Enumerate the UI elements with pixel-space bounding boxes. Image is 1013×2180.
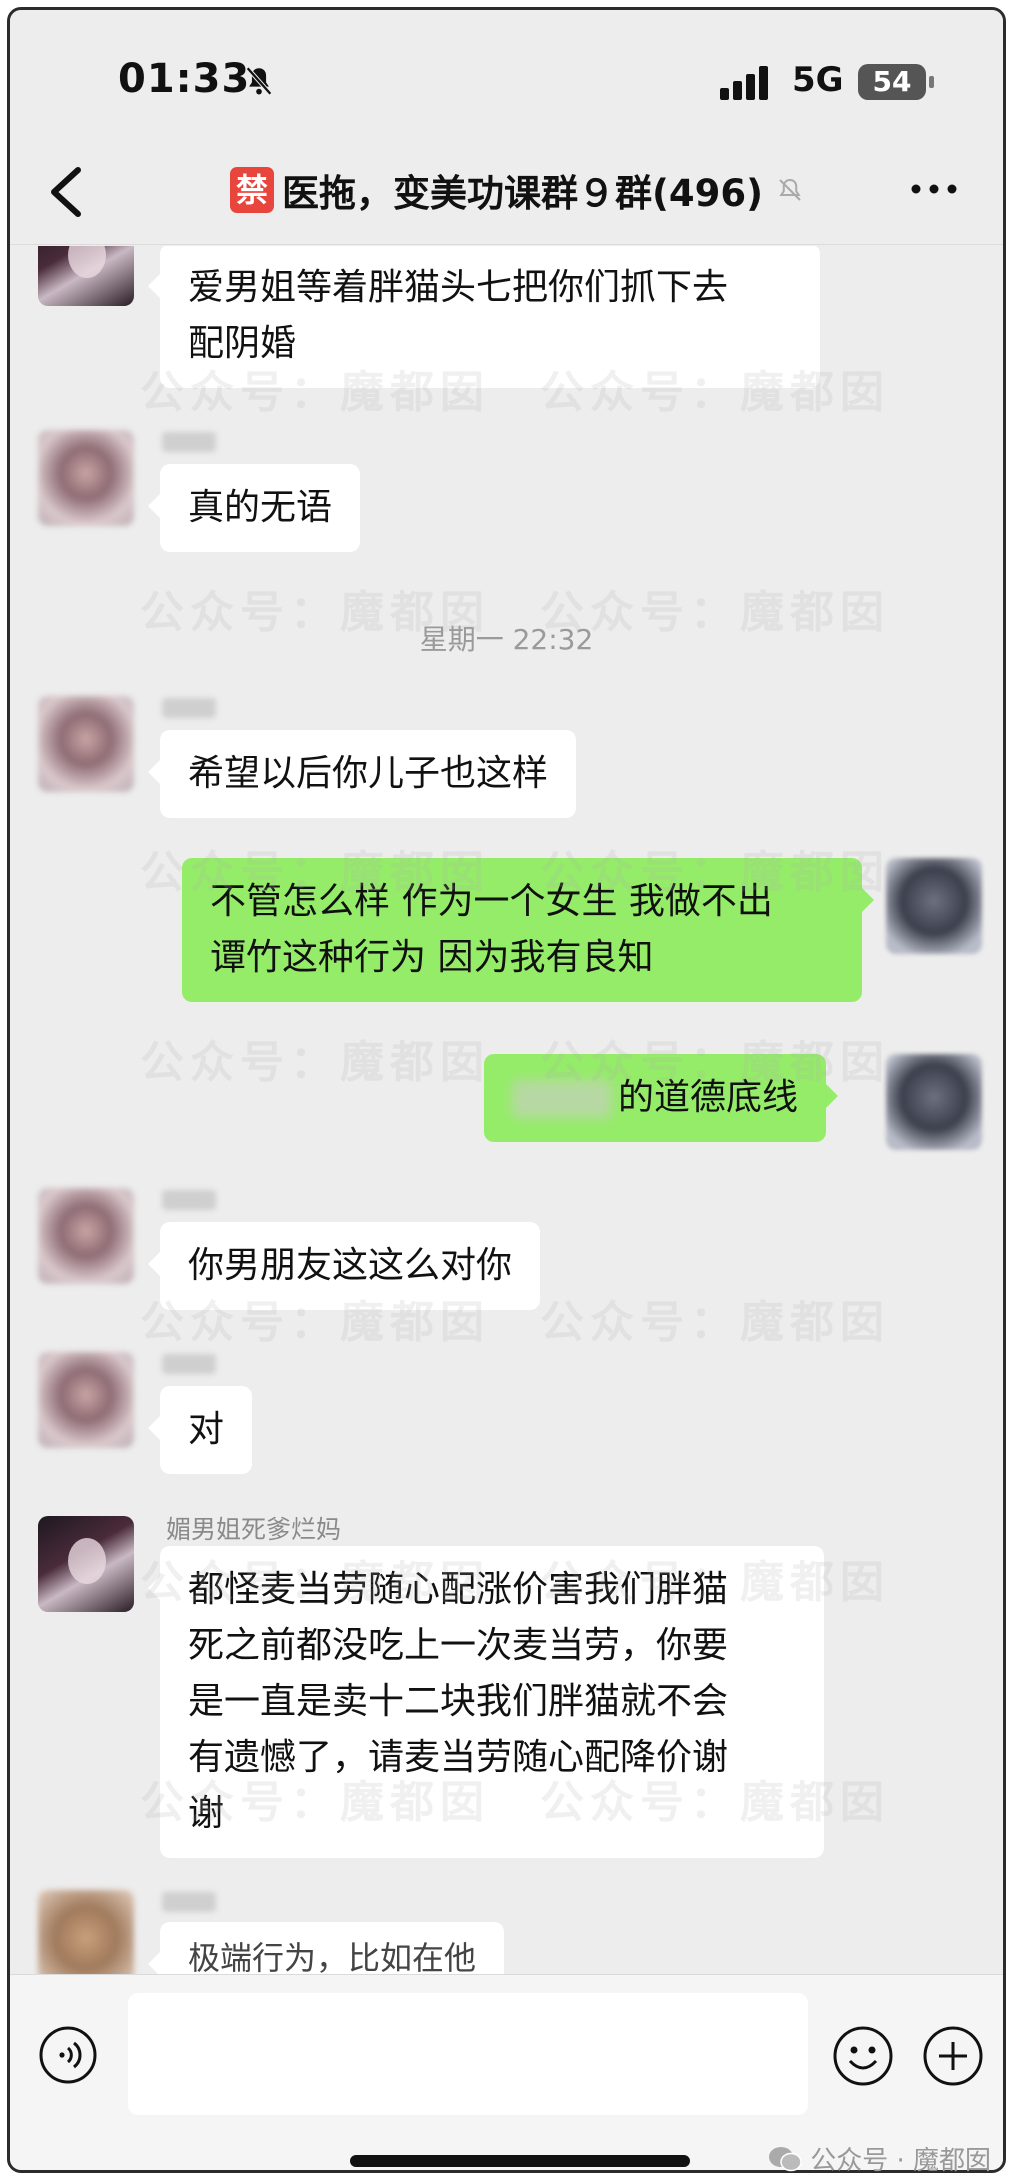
status-bar: 01:33 5G 54 (10, 10, 1003, 140)
timestamp: 星期一 22:32 (419, 623, 594, 656)
battery-indicator: 54 (858, 64, 934, 100)
watermark-text: 公众号：魔都囡 (140, 1037, 490, 1088)
more-icon[interactable] (909, 182, 959, 196)
network-type: 5G (792, 60, 844, 100)
message-bubble[interactable]: 你男朋友这这么对你 (147, 1222, 541, 1310)
message-text: 都怪麦当劳随心配涨价害我们胖猫 (188, 1569, 729, 1610)
message-bubble[interactable]: 极端行为，比如在他 (147, 1922, 505, 1974)
footer-text: 公众号 · 魔都囡 (810, 2146, 991, 2176)
avatar[interactable] (38, 246, 134, 306)
message-text: 谢 (188, 1793, 225, 1834)
sender-name-blurred (162, 432, 216, 452)
sender-name-blurred (162, 698, 216, 718)
blurred-text (512, 1080, 612, 1118)
emoji-icon[interactable] (832, 2025, 894, 2087)
message-text: 对 (188, 1409, 225, 1450)
avatar-self[interactable] (886, 1054, 982, 1150)
home-indicator[interactable] (350, 2155, 690, 2167)
sender-name: 媚男姐死爹烂妈 (166, 1515, 342, 1544)
message-text: 真的无语 (188, 487, 333, 528)
message-text: 不管怎么样 作为一个女生 我做不出 (210, 881, 773, 922)
chat-title-group: 禁 医拖，变美功课群９群(496) (230, 160, 805, 220)
message-text: 谭竹这种行为 因为我有良知 (210, 937, 654, 978)
message-text: 的道德底线 (618, 1077, 799, 1118)
wechat-icon (769, 2146, 802, 2171)
message-bubble[interactable]: 希望以后你儿子也这样 (147, 730, 577, 818)
message-text: 极端行为，比如在他 (188, 1939, 477, 1974)
footer-watermark: 公众号 · 魔都囡 (768, 2140, 991, 2177)
message-text: 死之前都没吃上一次麦当劳，你要 (188, 1625, 729, 1666)
phone-screen: 01:33 5G 54 禁 医拖，变美功课群９群(496) 爱男姐等着胖猫头七把… (7, 7, 1006, 2173)
voice-icon[interactable] (38, 2025, 98, 2085)
ban-badge: 禁 (230, 167, 275, 213)
avatar[interactable] (38, 1352, 134, 1448)
signal-icon (720, 66, 768, 100)
message-bubble[interactable]: 对 (147, 1386, 253, 1474)
message-input[interactable] (128, 1993, 808, 2115)
avatar[interactable] (38, 1516, 134, 1612)
avatar-self[interactable] (886, 858, 982, 954)
chat-header: 禁 医拖，变美功课群９群(496) (10, 140, 1003, 245)
message-text: 有遗憾了，请麦当劳随心配降价谢 (188, 1737, 729, 1778)
status-time: 01:33 (118, 56, 251, 102)
plus-icon[interactable] (922, 2025, 984, 2087)
message-bubble[interactable]: 都怪麦当劳随心配涨价害我们胖猫 死之前都没吃上一次麦当劳，你要 是一直是卖十二块… (148, 1546, 824, 1858)
message-bubble-self[interactable]: 不管怎么样 作为一个女生 我做不出 谭竹这种行为 因为我有良知 (182, 858, 874, 1002)
avatar[interactable] (38, 430, 134, 526)
bell-off-icon (246, 66, 272, 96)
sender-name-blurred (162, 1190, 216, 1210)
chat-title: 医拖，变美功课群９群(496) (282, 172, 764, 215)
message-bubble-self[interactable]: 的道德底线 (484, 1054, 839, 1142)
sender-name-blurred (162, 1892, 216, 1912)
avatar[interactable] (38, 1890, 134, 1974)
message-text: 你男朋友这这么对你 (188, 1245, 513, 1286)
watermark-text: 公众号：魔都囡 (540, 1297, 890, 1348)
message-text: 爱男姐等着胖猫头七把你们抓下去 (188, 267, 729, 308)
message-bubble[interactable]: 爱男姐等着胖猫头七把你们抓下去 配阴婚 (148, 246, 820, 388)
message-list[interactable]: 爱男姐等着胖猫头七把你们抓下去 配阴婚 真的无语 星期一 22:32 希望以后你… (10, 246, 1003, 1974)
avatar[interactable] (38, 1188, 134, 1284)
back-icon[interactable] (46, 164, 86, 220)
mute-bell-icon (779, 178, 801, 201)
sender-name-blurred (162, 1354, 216, 1374)
avatar[interactable] (38, 696, 134, 792)
message-text: 是一直是卖十二块我们胖猫就不会 (188, 1681, 729, 1722)
message-text: 希望以后你儿子也这样 (188, 753, 549, 794)
message-bubble[interactable]: 真的无语 (147, 464, 361, 552)
message-text: 配阴婚 (188, 323, 297, 364)
